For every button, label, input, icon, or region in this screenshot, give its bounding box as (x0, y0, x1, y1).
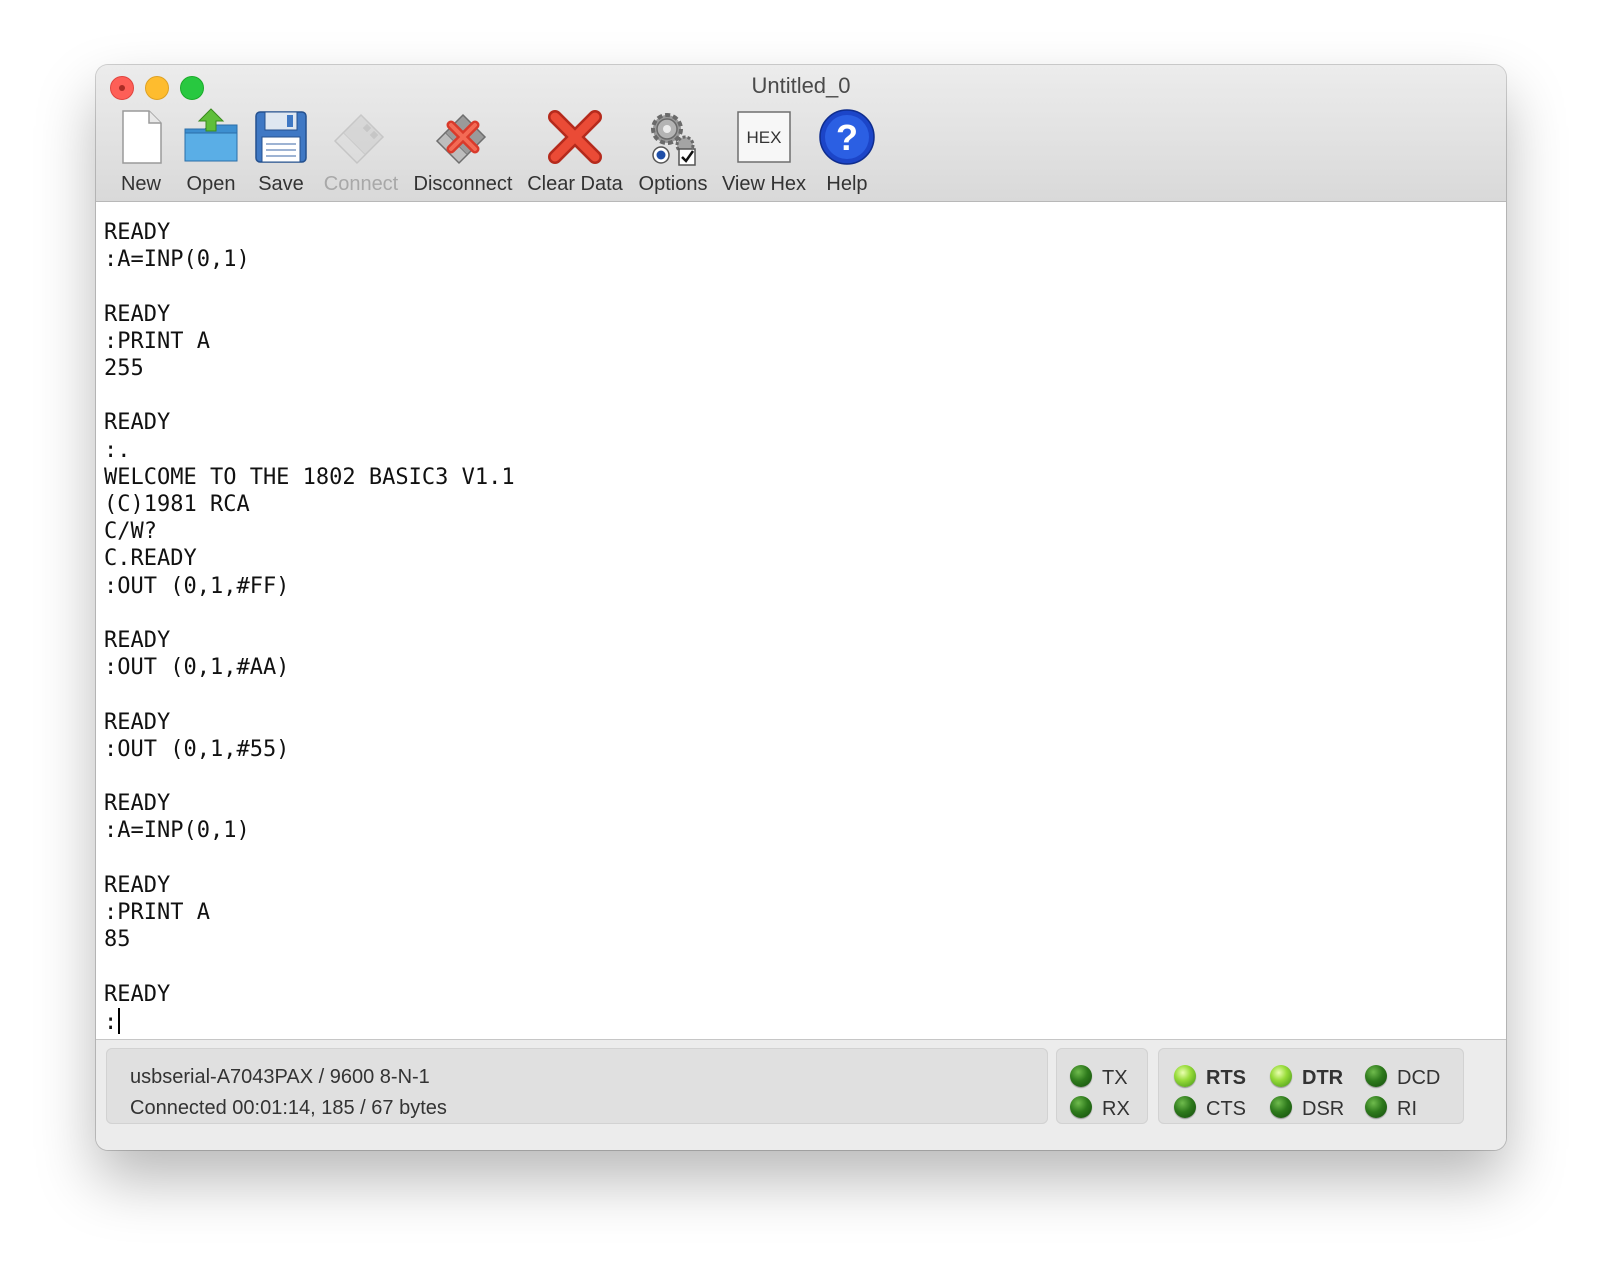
new-button[interactable]: New (106, 107, 176, 199)
open-label: Open (186, 173, 236, 195)
usb-plug-icon (333, 113, 385, 165)
help-label: Help (826, 173, 868, 195)
ri-label: RI (1397, 1098, 1417, 1120)
hex-icon: HEX (737, 111, 791, 163)
cts-led-icon (1174, 1096, 1196, 1118)
dsr-label: DSR (1302, 1098, 1345, 1120)
rx-label: RX (1102, 1098, 1130, 1120)
serial-terminal-window: Untitled_0 New Open Save Connect Disconn… (96, 65, 1506, 1150)
toolbar: New Open Save Connect Disconnect Clear D… (106, 107, 882, 199)
help-icon-text: ? (836, 117, 858, 158)
clear-data-button[interactable]: Clear Data (520, 107, 630, 199)
status-bar: usbserial-A7043PAX / 9600 8-N-1 Connecte… (96, 1040, 1506, 1150)
disconnect-button[interactable]: Disconnect (406, 107, 520, 199)
view-hex-button[interactable]: HEX View Hex (716, 107, 812, 199)
connection-status-text: Connected 00:01:14, 185 / 67 bytes (130, 1097, 447, 1119)
help-question-icon: ? (819, 109, 875, 165)
tx-rx-panel: TX RX (1056, 1048, 1148, 1124)
red-x-icon (548, 110, 602, 164)
ri-led-icon (1365, 1096, 1387, 1118)
hex-icon-text: HEX (747, 128, 782, 147)
window-title: Untitled_0 (751, 73, 851, 98)
open-button[interactable]: Open (176, 107, 246, 199)
dsr-led-icon (1270, 1096, 1292, 1118)
usb-plug-x-icon (435, 113, 487, 165)
rts-label: RTS (1206, 1067, 1246, 1089)
terminal-output[interactable]: READY :A=INP(0,1) READY :PRINT A 255 REA… (96, 202, 1506, 1040)
text-cursor (118, 1007, 121, 1034)
options-button[interactable]: Options (630, 107, 716, 199)
clear-data-label: Clear Data (527, 173, 623, 195)
dtr-led-icon[interactable] (1270, 1065, 1292, 1087)
gears-icon (651, 113, 696, 166)
dtr-label: DTR (1302, 1067, 1344, 1089)
tx-led-icon (1070, 1065, 1092, 1087)
tx-label: TX (1102, 1067, 1128, 1089)
save-label: Save (258, 173, 304, 195)
open-folder-icon (184, 108, 238, 162)
connect-button[interactable]: Connect (316, 107, 406, 199)
dcd-label: DCD (1397, 1067, 1441, 1089)
disconnect-label: Disconnect (413, 173, 513, 195)
control-lines-panel: RTS CTS DTR DSR DCD RI (1158, 1048, 1464, 1124)
rts-led-icon[interactable] (1174, 1065, 1196, 1087)
title-bar: Untitled_0 New Open Save Connect Disconn… (96, 65, 1506, 202)
terminal-text: READY :A=INP(0,1) READY :PRINT A 255 REA… (104, 220, 515, 1035)
port-settings-text: usbserial-A7043PAX / 9600 8-N-1 (130, 1066, 430, 1088)
floppy-disk-icon (255, 111, 307, 163)
connect-label: Connect (323, 173, 399, 195)
new-document-icon (122, 110, 162, 164)
options-label: Options (638, 173, 708, 195)
save-button[interactable]: Save (246, 107, 316, 199)
dcd-led-icon (1365, 1065, 1387, 1087)
new-label: New (120, 173, 161, 195)
rx-led-icon (1070, 1096, 1092, 1118)
cts-label: CTS (1206, 1098, 1246, 1120)
connection-info-panel: usbserial-A7043PAX / 9600 8-N-1 Connecte… (106, 1048, 1048, 1124)
view-hex-label: View Hex (721, 173, 807, 195)
help-button[interactable]: ? Help (812, 107, 882, 199)
